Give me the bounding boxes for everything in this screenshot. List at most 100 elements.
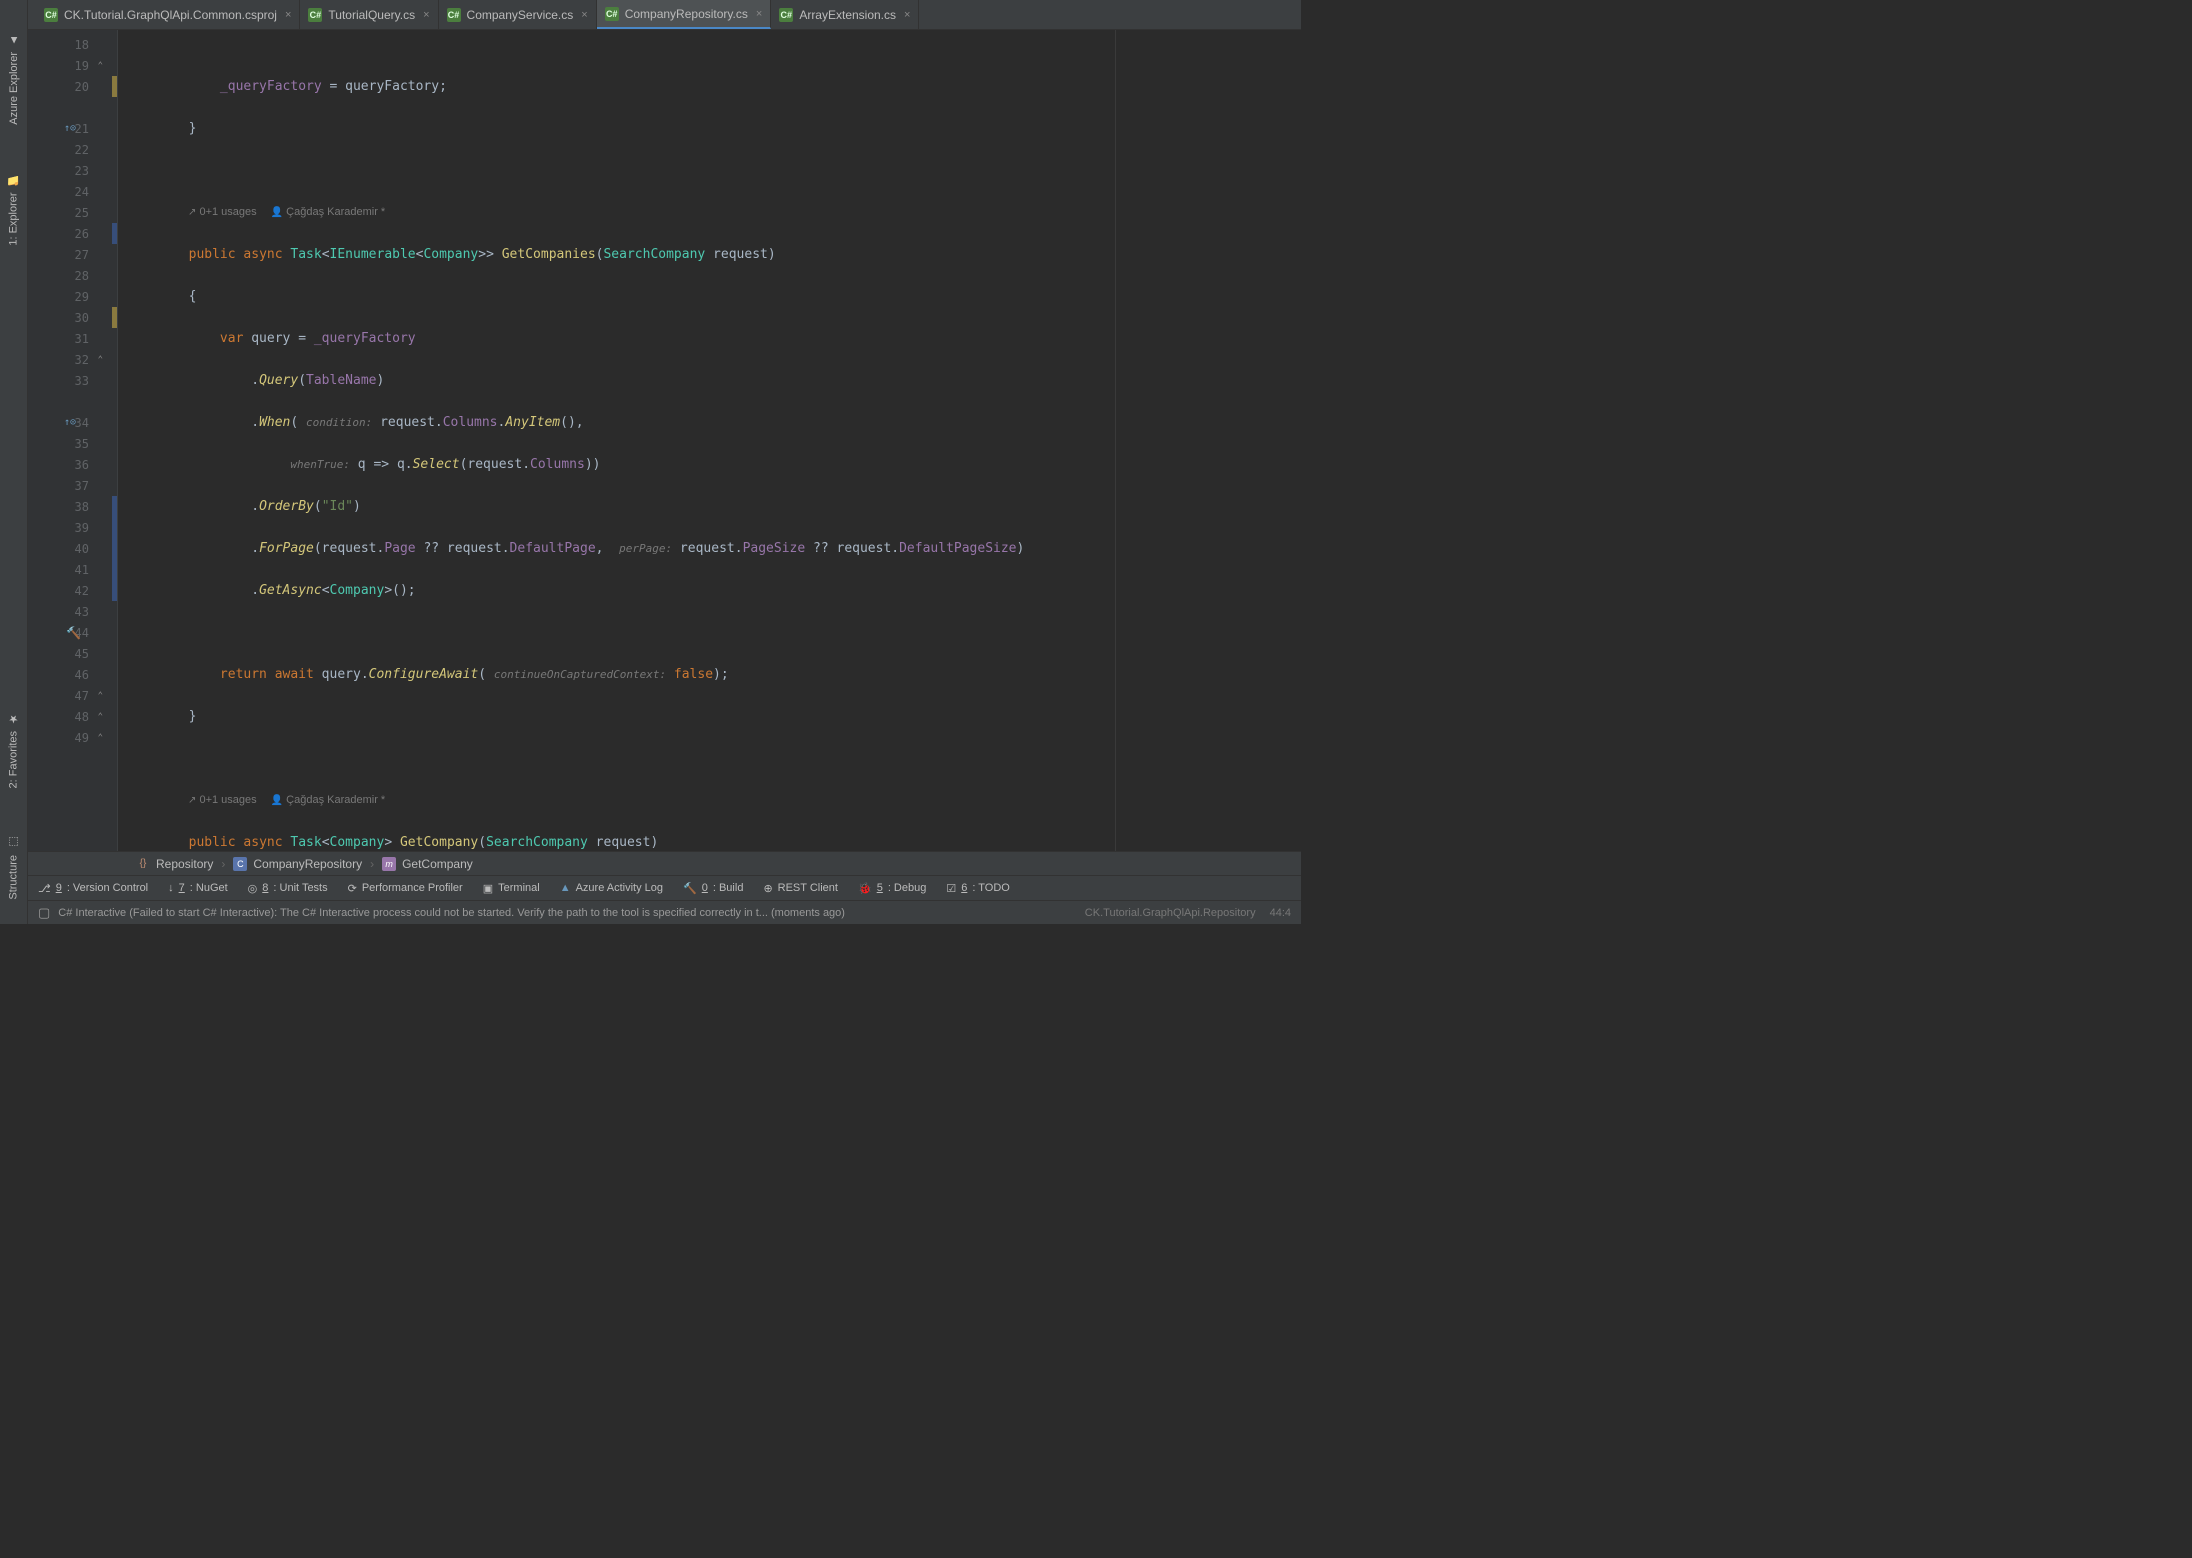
todo-button[interactable]: ☑ 6: TODO	[946, 882, 1010, 895]
rest-icon: ⊕	[763, 882, 772, 895]
close-icon[interactable]: ×	[285, 9, 291, 21]
code-lens[interactable]: ↗ 0+1 usages👤 Çağdaş Karademir *	[126, 202, 1301, 223]
line-number: 44 🔨	[28, 622, 117, 643]
terminal-button[interactable]: ▣ Terminal	[483, 882, 540, 895]
branch-icon: ⎇	[38, 882, 51, 895]
nuget-button[interactable]: ↓ 7: NuGet	[168, 882, 228, 894]
tab-label: CK.Tutorial.GraphQlApi.Common.csproj	[64, 8, 277, 22]
rest-client-button[interactable]: ⊕ REST Client	[763, 882, 838, 895]
close-icon[interactable]: ×	[904, 9, 910, 21]
toolbar-structure[interactable]: Structure ⬚	[5, 832, 22, 904]
line-number: 24	[28, 181, 117, 202]
tab-csproj[interactable]: C# CK.Tutorial.GraphQlApi.Common.csproj …	[36, 0, 300, 29]
line-number: 25	[28, 202, 117, 223]
author-icon: 👤	[271, 795, 283, 806]
line-number: 21 ↑⊙	[28, 118, 117, 139]
line-number: 23	[28, 160, 117, 181]
usages-icon: ↗	[188, 207, 196, 218]
line-number: 18	[28, 34, 117, 55]
debug-button[interactable]: 🐞 5: Debug	[858, 882, 926, 895]
line-number: 37	[28, 475, 117, 496]
implements-marker-icon[interactable]: ↑⊙	[64, 417, 76, 428]
line-number: 22	[28, 139, 117, 160]
azure-icon: ▲	[8, 34, 20, 46]
hammer-icon: 🔨	[683, 882, 697, 895]
cs-icon: C#	[605, 7, 619, 21]
line-number	[28, 97, 117, 118]
cs-icon: C#	[308, 8, 322, 22]
line-number: 40	[28, 538, 117, 559]
author-icon: 👤	[271, 207, 283, 218]
namespace-icon: {}	[136, 857, 150, 871]
line-number: 45	[28, 643, 117, 664]
tab-arrayextension[interactable]: C# ArrayExtension.cs ×	[771, 0, 919, 29]
gutter: 18 19⌃ 20 21 ↑⊙ 22 23 24 25 26 27 28 29 …	[28, 30, 118, 851]
hammer-icon[interactable]: 🔨	[66, 626, 81, 640]
line-number: 19⌃	[28, 55, 117, 76]
line-number: 46	[28, 664, 117, 685]
line-number: 35	[28, 433, 117, 454]
toolbar-explorer[interactable]: 1: Explorer 📁	[5, 169, 22, 250]
tab-label: CompanyService.cs	[467, 8, 574, 22]
tab-label: TutorialQuery.cs	[328, 8, 415, 22]
csproj-icon: C#	[44, 8, 58, 22]
line-number: 43	[28, 601, 117, 622]
tab-companyservice[interactable]: C# CompanyService.cs ×	[439, 0, 597, 29]
version-control-button[interactable]: ⎇ 9: Version Control	[38, 882, 148, 895]
status-cursor-position[interactable]: 44:4	[1270, 907, 1291, 919]
line-number: 39	[28, 517, 117, 538]
cs-icon: C#	[447, 8, 461, 22]
unit-tests-button[interactable]: ◎ 8: Unit Tests	[248, 882, 328, 895]
line-number: 20	[28, 76, 117, 97]
breadcrumb-namespace[interactable]: {} Repository	[128, 857, 221, 871]
line-number: 33	[28, 370, 117, 391]
code-area[interactable]: _queryFactory = queryFactory; } ↗ 0+1 us…	[118, 30, 1301, 851]
line-number: 31	[28, 328, 117, 349]
close-icon[interactable]: ×	[423, 9, 429, 21]
azure-icon: ▲	[560, 882, 571, 894]
status-project[interactable]: CK.Tutorial.GraphQlApi.Repository	[1085, 907, 1256, 919]
line-number: 47⌃	[28, 685, 117, 706]
line-number: 29	[28, 286, 117, 307]
toolbar-azure-explorer[interactable]: Azure Explorer ▲	[6, 30, 22, 129]
close-icon[interactable]: ×	[756, 8, 762, 20]
implements-marker-icon[interactable]: ↑⊙	[64, 123, 76, 134]
line-number: 30	[28, 307, 117, 328]
tab-label: CompanyRepository.cs	[625, 7, 748, 21]
line-number: 28	[28, 265, 117, 286]
breadcrumb-method[interactable]: m GetCompany	[374, 857, 481, 871]
line-number: 27	[28, 244, 117, 265]
usages-icon: ↗	[188, 795, 196, 806]
line-number: 41	[28, 559, 117, 580]
structure-icon: ⬚	[7, 836, 20, 849]
profiler-icon: ⟳	[348, 882, 357, 895]
code-lens[interactable]: ↗ 0+1 usages👤 Çağdaş Karademir *	[126, 790, 1301, 811]
star-icon: ★	[7, 712, 20, 725]
tab-companyrepository[interactable]: C# CompanyRepository.cs ×	[597, 0, 772, 29]
line-number: 34 ↑⊙	[28, 412, 117, 433]
editor-tabs: C# CK.Tutorial.GraphQlApi.Common.csproj …	[28, 0, 1301, 30]
method-icon: m	[382, 857, 396, 871]
breadcrumbs: {} Repository › C CompanyRepository › m …	[28, 851, 1301, 875]
profiler-button[interactable]: ⟳ Performance Profiler	[348, 882, 463, 895]
toolbar-favorites[interactable]: 2: Favorites ★	[5, 708, 22, 792]
download-icon: ↓	[168, 882, 174, 894]
line-number: 42	[28, 580, 117, 601]
line-number: 48⌃	[28, 706, 117, 727]
status-message[interactable]: C# Interactive (Failed to start C# Inter…	[58, 907, 845, 919]
line-number	[28, 391, 117, 412]
azure-log-button[interactable]: ▲ Azure Activity Log	[560, 882, 663, 894]
cs-icon: C#	[779, 8, 793, 22]
breadcrumb-class[interactable]: C CompanyRepository	[225, 857, 370, 871]
editor-area[interactable]: 18 19⌃ 20 21 ↑⊙ 22 23 24 25 26 27 28 29 …	[28, 30, 1301, 851]
tab-tutorialquery[interactable]: C# TutorialQuery.cs ×	[300, 0, 438, 29]
build-button[interactable]: 🔨 0: Build	[683, 882, 743, 895]
close-icon[interactable]: ×	[581, 9, 587, 21]
bottom-toolbar: ⎇ 9: Version Control ↓ 7: NuGet ◎ 8: Uni…	[28, 875, 1301, 900]
bug-icon: 🐞	[858, 882, 872, 895]
terminal-icon: ▣	[483, 882, 493, 895]
class-icon: C	[233, 857, 247, 871]
status-icon: ▢	[38, 905, 50, 921]
line-number: 38	[28, 496, 117, 517]
status-bar: ▢ C# Interactive (Failed to start C# Int…	[28, 900, 1301, 924]
